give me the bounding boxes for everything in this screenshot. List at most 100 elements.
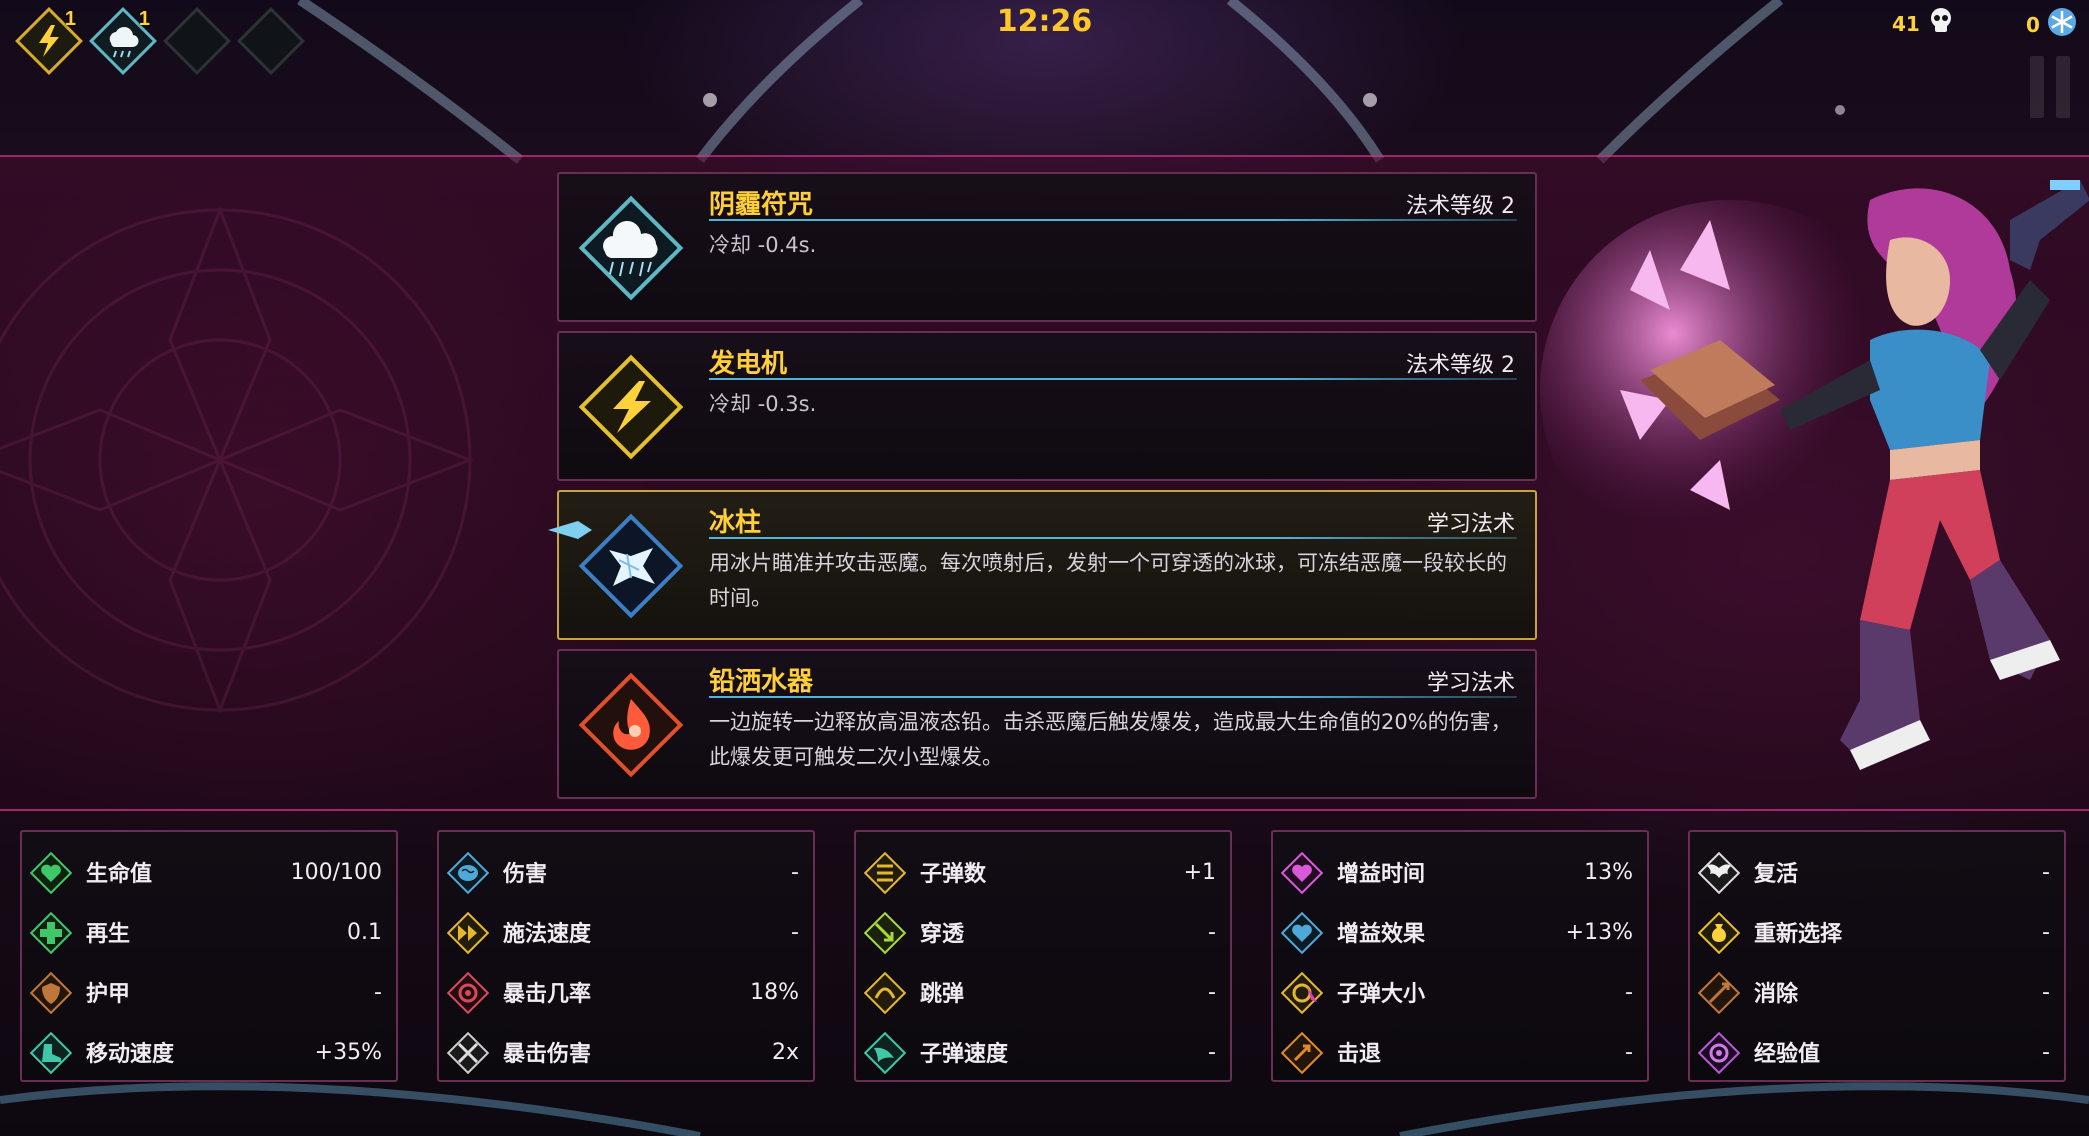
stat-value: +35% [314,1039,382,1065]
stat-label: 子弹速度 [920,1042,1009,1067]
gem-count: 0 [2026,12,2040,37]
stats-panel-offense: 伤害 - 施法速度 - 暴击几率 18% 暴击伤害 2x [437,830,815,1082]
stat-label: 击退 [1337,1042,1382,1067]
spell-card-gloom-charm[interactable]: 阴霾符咒 法术等级 2 冷却 -0.4s. [557,172,1537,322]
spell-level: 学习法术 [1426,512,1515,537]
spell-description: 一边旋转一边释放高温液态铅。击杀恶魔后触发爆发，造成最大生命值的20%的伤害，此… [709,710,1512,769]
stat-label: 子弹数 [920,862,987,887]
stat-label: 再生 [86,922,131,947]
stat-value: 100/100 [290,859,382,885]
skull-icon [1926,6,1956,41]
banish-icon [1698,972,1740,1014]
card-divider [709,378,1517,380]
stat-row-bounce: 跳弹 - [856,962,1230,1022]
spell-description: 冷却 -0.3s. [709,392,817,416]
run-timer: 12:26 [996,4,1093,39]
stat-value: - [1208,1039,1216,1065]
kill-count: 41 [1892,11,1920,36]
stat-row-move-speed: 移动速度 +35% [22,1022,396,1082]
pause-button[interactable] [2025,56,2075,120]
buff-time-icon [1281,852,1323,894]
stat-label: 跳弹 [920,982,965,1007]
stat-label: 伤害 [503,862,548,887]
knockback-icon [1281,1032,1323,1074]
stat-row-pierce: 穿透 - [856,902,1230,962]
spell-description: 用冰片瞄准并攻击恶魔。每次喷射后，发射一个可穿透的冰球，可冻结恶魔一段较长的时间… [709,551,1507,610]
stat-label: 经验值 [1754,1042,1821,1067]
bounce-icon [864,972,906,1014]
stat-row-armor: 护甲 - [22,962,396,1022]
stat-row-bullet-size: 子弹大小 - [1273,962,1647,1022]
stat-value: - [1208,979,1216,1005]
snowflake-icon [2046,6,2078,43]
stat-label: 消除 [1754,982,1799,1007]
stat-row-bullet-speed: 子弹速度 - [856,1022,1230,1082]
spell-name: 铅洒水器 [709,667,814,697]
stat-label: 护甲 [86,982,131,1007]
plus-icon [30,912,72,954]
buff-effect-icon [1281,912,1323,954]
selection-pointer-icon [548,521,592,539]
stat-value: 2x [771,1039,799,1065]
bullets-icon [864,852,906,894]
stat-row-damage: 伤害 - [439,842,813,902]
stat-value: - [791,919,799,945]
crit-chance-icon [447,972,489,1014]
reroll-bag-icon [1698,912,1740,954]
stat-row-xp: 经验值 - [1690,1022,2064,1082]
xp-orb-icon [1698,1032,1740,1074]
stat-value: - [2042,1039,2050,1065]
stat-value: - [791,859,799,885]
spell-card-lead-sprinkler[interactable]: 铅洒水器 学习法术 一边旋转一边释放高温液态铅。击杀恶魔后触发爆发，造成最大生命… [557,649,1537,799]
stat-label: 生命值 [86,862,153,887]
card-divider [709,219,1517,221]
stat-value: +1 [1183,859,1216,885]
spell-card-icicle[interactable]: 冰柱 学习法术 用冰片瞄准并攻击恶魔。每次喷射后，发射一个可穿透的冰球，可冻结恶… [557,490,1537,640]
spell-name: 冰柱 [709,508,762,538]
revive-wings-icon [1698,852,1740,894]
stat-row-crit-damage: 暴击伤害 2x [439,1022,813,1082]
spell-name: 阴霾符咒 [709,190,814,220]
stat-row-revive: 复活 - [1690,842,2064,902]
stat-row-crit-chance: 暴击几率 18% [439,962,813,1022]
stat-label: 移动速度 [86,1042,175,1067]
stat-value: 13% [1584,859,1633,885]
stat-row-buff-duration: 增益时间 13% [1273,842,1647,902]
stat-value: - [2042,859,2050,885]
stat-label: 施法速度 [503,922,592,947]
stat-row-banish: 消除 - [1690,962,2064,1022]
stat-label: 暴击伤害 [503,1042,592,1067]
stat-label: 穿透 [920,922,965,947]
stat-value: - [1625,1039,1633,1065]
lightning-icon [569,345,693,469]
gem-counter: 0 [2026,6,2078,43]
stats-panel-utility: 复活 - 重新选择 - 消除 - 经验值 - [1688,830,2066,1082]
crit-damage-icon [447,1032,489,1074]
character-portrait [1540,180,2089,770]
stats-panel-survival: 生命值 100/100 再生 0.1 护甲 - 移动速度 +35% [20,830,398,1082]
spell-level: 学习法术 [1426,671,1515,696]
stat-row-reroll: 重新选择 - [1690,902,2064,962]
shield-icon [30,972,72,1014]
brain-icon [447,852,489,894]
stat-value: - [374,979,382,1005]
spell-card-generator[interactable]: 发电机 法术等级 2 冷却 -0.3s. [557,331,1537,481]
stat-label: 增益效果 [1337,922,1426,947]
card-divider [709,696,1517,698]
molten-lead-icon [569,663,693,787]
stat-label: 重新选择 [1754,922,1843,947]
stat-value: 0.1 [347,919,382,945]
stat-label: 子弹大小 [1337,982,1426,1007]
stat-row-cast-speed: 施法速度 - [439,902,813,962]
storm-cloud-icon [569,186,693,310]
pierce-arrow-icon [864,912,906,954]
stat-value: 18% [750,979,799,1005]
stat-row-knockback: 击退 - [1273,1022,1647,1082]
bullet-size-icon [1281,972,1323,1014]
card-divider [709,537,1517,539]
spell-level: 法术等级 2 [1406,194,1515,219]
stat-row-regen: 再生 0.1 [22,902,396,962]
stat-value: - [2042,919,2050,945]
kill-counter: 41 [1892,6,1956,41]
stats-panel-projectile: 子弹数 +1 穿透 - 跳弹 - 子弹速度 - [854,830,1232,1082]
